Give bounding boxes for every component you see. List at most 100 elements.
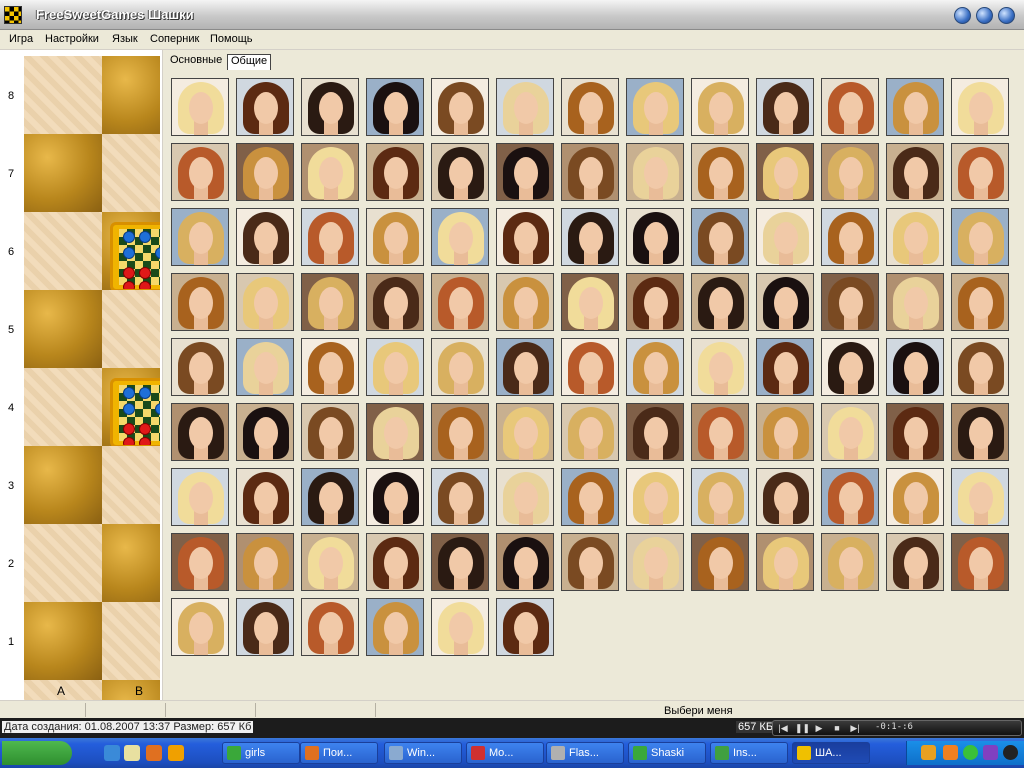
avatar-thumbnail[interactable] (691, 338, 749, 396)
avatar-thumbnail[interactable] (496, 598, 554, 656)
board-square[interactable] (102, 134, 160, 212)
avatar-thumbnail[interactable] (886, 338, 944, 396)
board-square[interactable] (102, 524, 160, 602)
avatar-thumbnail[interactable] (496, 533, 554, 591)
avatar-thumbnail[interactable] (691, 403, 749, 461)
board-square[interactable] (102, 290, 160, 368)
avatar-thumbnail[interactable] (431, 338, 489, 396)
board-square[interactable] (102, 446, 160, 524)
avatar-thumbnail[interactable] (886, 533, 944, 591)
avatar-thumbnail[interactable] (236, 403, 294, 461)
avatar-thumbnail[interactable] (171, 143, 229, 201)
avatar-thumbnail[interactable] (301, 208, 359, 266)
checkers-board[interactable] (24, 56, 160, 731)
avatar-thumbnail[interactable] (431, 468, 489, 526)
avatar-thumbnail[interactable] (561, 273, 619, 331)
avatar-thumbnail[interactable] (886, 78, 944, 136)
menu-game[interactable]: Игра (9, 33, 33, 45)
taskbar-item[interactable]: Win... (384, 742, 462, 764)
start-button[interactable] (2, 741, 72, 765)
board-square[interactable] (102, 56, 160, 134)
menu-settings[interactable]: Настройки (45, 33, 99, 45)
board-square[interactable] (24, 290, 102, 368)
menu-opponent[interactable]: Соперник (150, 33, 199, 45)
board-square[interactable] (102, 602, 160, 680)
media-stop-icon[interactable]: ■ (831, 723, 843, 733)
avatar-thumbnail[interactable] (691, 533, 749, 591)
media-prev-icon[interactable]: |◀ (777, 723, 789, 733)
avatar-thumbnail[interactable] (301, 78, 359, 136)
avatar-thumbnail[interactable] (886, 208, 944, 266)
avatar-thumbnail[interactable] (691, 468, 749, 526)
avatar-thumbnail[interactable] (821, 273, 879, 331)
avatar-thumbnail[interactable] (496, 78, 554, 136)
avatar-thumbnail[interactable] (756, 143, 814, 201)
taskbar-item[interactable]: Пои... (300, 742, 378, 764)
avatar-thumbnail[interactable] (821, 403, 879, 461)
avatar-thumbnail[interactable] (756, 468, 814, 526)
avatar-thumbnail[interactable] (431, 208, 489, 266)
avatar-thumbnail[interactable] (171, 468, 229, 526)
taskbar-item[interactable]: ША... (792, 742, 870, 764)
avatar-thumbnail[interactable] (821, 533, 879, 591)
avatar-thumbnail[interactable] (366, 403, 424, 461)
close-button[interactable] (998, 7, 1015, 24)
avatar-thumbnail[interactable] (561, 338, 619, 396)
avatar-thumbnail[interactable] (756, 78, 814, 136)
avatar-thumbnail[interactable] (236, 208, 294, 266)
avatar-thumbnail[interactable] (366, 468, 424, 526)
avatar-thumbnail[interactable] (756, 533, 814, 591)
avatar-thumbnail[interactable] (626, 403, 684, 461)
taskbar-item[interactable]: girls (222, 742, 300, 764)
avatar-thumbnail[interactable] (366, 338, 424, 396)
tray-app-icon[interactable] (943, 745, 958, 760)
ie-icon[interactable] (124, 745, 140, 761)
avatar-thumbnail[interactable] (366, 273, 424, 331)
avatar-thumbnail[interactable] (951, 338, 1009, 396)
avatar-thumbnail[interactable] (821, 468, 879, 526)
avatar-thumbnail[interactable] (496, 403, 554, 461)
avatar-thumbnail[interactable] (951, 533, 1009, 591)
avatar-thumbnail[interactable] (366, 143, 424, 201)
board-square[interactable] (24, 602, 102, 680)
avatar-thumbnail[interactable] (431, 403, 489, 461)
tray-utorrent-icon[interactable] (963, 745, 978, 760)
taskbar-item[interactable]: Mo... (466, 742, 544, 764)
show-desktop-icon[interactable] (104, 745, 120, 761)
media-pause-icon[interactable]: ❚❚ (795, 723, 810, 733)
avatar-thumbnail[interactable] (691, 78, 749, 136)
avatar-thumbnail[interactable] (561, 143, 619, 201)
maximize-button[interactable] (976, 7, 993, 24)
avatar-thumbnail[interactable] (236, 338, 294, 396)
avatar-thumbnail[interactable] (496, 338, 554, 396)
avatar-thumbnail[interactable] (366, 598, 424, 656)
board-square[interactable] (24, 446, 102, 524)
avatar-thumbnail[interactable] (821, 338, 879, 396)
avatar-thumbnail[interactable] (236, 78, 294, 136)
tray-spider-icon[interactable] (1003, 745, 1018, 760)
avast-icon[interactable] (168, 745, 184, 761)
taskbar-item[interactable]: Ins... (710, 742, 788, 764)
avatar-thumbnail[interactable] (756, 403, 814, 461)
avatar-thumbnail[interactable] (171, 78, 229, 136)
avatar-thumbnail[interactable] (886, 468, 944, 526)
tray-power-icon[interactable] (983, 745, 998, 760)
avatar-thumbnail[interactable] (951, 403, 1009, 461)
avatar-thumbnail[interactable] (886, 273, 944, 331)
avatar-thumbnail[interactable] (691, 208, 749, 266)
avatar-thumbnail[interactable] (171, 338, 229, 396)
avatar-thumbnail[interactable] (626, 533, 684, 591)
board-square[interactable] (102, 212, 160, 292)
avatar-thumbnail[interactable] (301, 468, 359, 526)
avatar-thumbnail[interactable] (301, 338, 359, 396)
avatar-thumbnail[interactable] (756, 208, 814, 266)
menu-help[interactable]: Помощь (210, 33, 253, 45)
avatar-thumbnail[interactable] (366, 208, 424, 266)
avatar-thumbnail[interactable] (561, 78, 619, 136)
board-square[interactable] (24, 134, 102, 212)
avatar-thumbnail[interactable] (561, 533, 619, 591)
avatar-thumbnail[interactable] (431, 78, 489, 136)
avatar-thumbnail[interactable] (561, 403, 619, 461)
avatar-thumbnail[interactable] (561, 468, 619, 526)
avatar-thumbnail[interactable] (301, 143, 359, 201)
